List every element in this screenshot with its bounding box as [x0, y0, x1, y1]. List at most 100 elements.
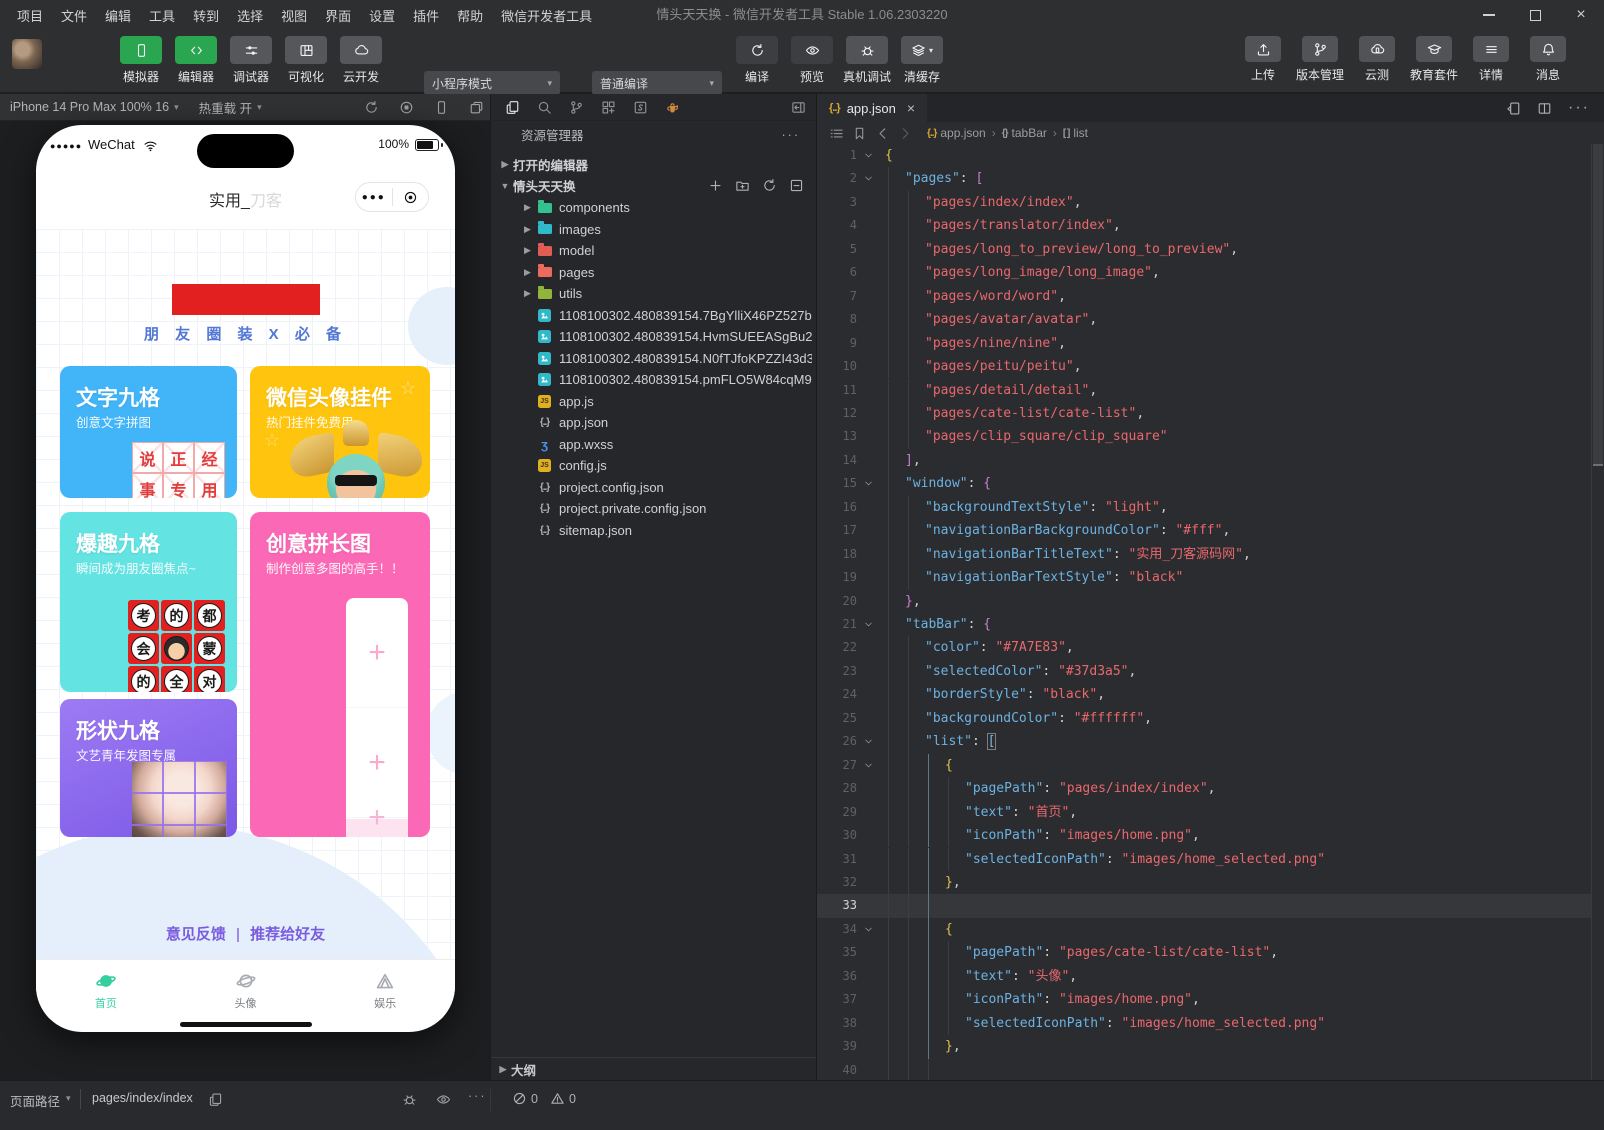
fold-chevron-icon[interactable] — [863, 173, 874, 184]
menu-item[interactable]: 转到 — [184, 6, 228, 25]
project-section[interactable]: ▼ 情头天天换 — [491, 175, 816, 196]
more-menu-button[interactable]: ●●● — [356, 192, 392, 203]
fold-chevron-icon[interactable] — [863, 619, 874, 630]
tree-item-folder[interactable]: ▶utils — [491, 283, 816, 305]
menu-item[interactable]: 视图 — [272, 6, 316, 25]
code-line[interactable]: 21"tabBar": { — [817, 613, 1592, 636]
toolbar-right-branch[interactable]: 版本管理 — [1295, 36, 1345, 83]
toolbar-action-bug[interactable]: 真机调试 — [844, 36, 890, 85]
code-line[interactable]: 31"selectedIconPath": "images/home_selec… — [817, 848, 1592, 871]
code-line[interactable]: 19"navigationBarTextStyle": "black" — [817, 566, 1592, 589]
toolbar-action-eye[interactable]: 预览 — [789, 36, 835, 85]
code-line[interactable]: 16"backgroundTextStyle": "light", — [817, 496, 1592, 519]
editor-scrollbar[interactable] — [1591, 144, 1604, 1080]
new-folder-icon[interactable] — [735, 178, 750, 193]
tree-item-json[interactable]: {..}project.config.json — [491, 477, 816, 499]
toolbar-right-grad-cap[interactable]: 教育套件 — [1409, 36, 1459, 83]
breadcrumb-item[interactable]: {}tabBar — [1002, 126, 1047, 140]
multi-window-icon[interactable] — [469, 100, 484, 115]
new-file-icon[interactable] — [708, 178, 723, 193]
card-text-grid[interactable]: 文字九格创意文字拼图说正经事专用 — [60, 366, 237, 498]
code-line[interactable]: 30"iconPath": "images/home.png", — [817, 824, 1592, 847]
collapse-folders-icon[interactable] — [789, 178, 804, 193]
card-long-strip[interactable]: 创意拼长图制作创意多图的高手！！+++显示图 — [250, 512, 430, 837]
code-line[interactable]: 17"navigationBarBackgroundColor": "#fff"… — [817, 519, 1592, 542]
git-icon[interactable] — [569, 100, 584, 115]
tree-item-js[interactable]: JSconfig.js — [491, 455, 816, 477]
code-line[interactable]: 2"pages": [ — [817, 167, 1592, 190]
breadcrumb-item[interactable]: {..}app.json — [927, 126, 986, 140]
fold-chevron-icon[interactable] — [863, 760, 874, 771]
tree-item-js[interactable]: JSapp.js — [491, 391, 816, 413]
toolbar-right-menu-lines[interactable]: 详情 — [1466, 36, 1516, 83]
status-more-icon[interactable]: ··· — [468, 1089, 487, 1103]
tree-item-image[interactable]: 1108100302.480839154.N0fTJfoKPZZI43d31c4… — [491, 348, 816, 370]
tree-item-json[interactable]: {..}app.json — [491, 412, 816, 434]
code-line[interactable]: 25"backgroundColor": "#ffffff", — [817, 707, 1592, 730]
code-line[interactable]: 12"pages/cate-list/cate-list", — [817, 402, 1592, 425]
debug-status-icon[interactable] — [402, 1092, 417, 1107]
tree-item-image[interactable]: 1108100302.480839154.7BgYlliX46PZ527b236… — [491, 305, 816, 327]
toolbar-button-phone[interactable]: 模拟器 — [118, 36, 164, 85]
code-line[interactable]: 22"color": "#7A7E83", — [817, 636, 1592, 659]
toolbar-button-sliders[interactable]: 调试器 — [228, 36, 274, 85]
code-line[interactable]: 13"pages/clip_square/clip_square" — [817, 425, 1592, 448]
close-button[interactable]: × — [1558, 0, 1604, 30]
tree-item-json[interactable]: {..}project.private.config.json — [491, 498, 816, 520]
bookmark-icon[interactable] — [852, 126, 867, 141]
toolbar-button-layout[interactable]: 可视化 — [283, 36, 329, 85]
tree-item-folder[interactable]: ▶components — [491, 197, 816, 219]
menu-item[interactable]: 编辑 — [96, 6, 140, 25]
code-line[interactable]: 37"iconPath": "images/home.png", — [817, 988, 1592, 1011]
tree-item-folder[interactable]: ▶model — [491, 240, 816, 262]
code-line[interactable]: 20}, — [817, 590, 1592, 613]
toolbar-action-layers[interactable]: ▾清缓存 — [899, 36, 945, 85]
fold-chevron-icon[interactable] — [863, 478, 874, 489]
teapot-icon[interactable] — [665, 100, 680, 115]
card-photo-grid[interactable]: 形状九格文艺青年发图专属 — [60, 699, 237, 837]
code-editor[interactable]: 1{2"pages": [3"pages/index/index",4"page… — [817, 144, 1604, 1080]
open-editors-section[interactable]: ▶ 打开的编辑器 — [491, 154, 816, 175]
code-line[interactable]: 5"pages/long_to_preview/long_to_preview"… — [817, 238, 1592, 261]
code-line[interactable]: 23"selectedColor": "#37d3a5", — [817, 660, 1592, 683]
menu-item[interactable]: 文件 — [52, 6, 96, 25]
code-line[interactable]: 35"pagePath": "pages/cate-list/cate-list… — [817, 941, 1592, 964]
minimize-button[interactable] — [1466, 0, 1512, 30]
menu-item[interactable]: 微信开发者工具 — [492, 6, 601, 25]
toolbar-action-refresh[interactable]: 编译 — [734, 36, 780, 85]
code-line[interactable]: 18"navigationBarTitleText": "实用_刀客源码网", — [817, 543, 1592, 566]
code-line[interactable]: 38"selectedIconPath": "images/home_selec… — [817, 1012, 1592, 1035]
menu-item[interactable]: 设置 — [360, 6, 404, 25]
code-line[interactable]: 29"text": "首页", — [817, 801, 1592, 824]
code-line[interactable]: 32}, — [817, 871, 1592, 894]
navigate-back-icon[interactable] — [875, 126, 890, 141]
tree-item-image[interactable]: 1108100302.480839154.pmFLO5W84cqM998f... — [491, 369, 816, 391]
fold-chevron-icon[interactable] — [863, 736, 874, 747]
phone-tab-tent[interactable]: 娱乐 — [315, 960, 455, 1020]
phone-tab-planet[interactable]: 首页 — [36, 960, 176, 1020]
code-line[interactable]: 39}, — [817, 1035, 1592, 1058]
outline-list-icon[interactable] — [829, 126, 844, 141]
tab-app-json[interactable]: {..} app.json × — [817, 94, 927, 122]
collapse-panel-icon[interactable] — [791, 100, 806, 115]
code-line[interactable]: 11"pages/detail/detail", — [817, 379, 1592, 402]
tree-item-json[interactable]: {..}sitemap.json — [491, 520, 816, 542]
page-path-label[interactable]: 页面路径 — [10, 1091, 60, 1110]
breadcrumb-item[interactable]: [ ]list — [1063, 126, 1088, 140]
exit-mini-program-button[interactable] — [393, 190, 429, 205]
code-line[interactable]: 4"pages/translator/index", — [817, 214, 1592, 237]
card-avatar-pendant[interactable]: 微信头像挂件热门挂件免费用~☆☆ — [250, 366, 430, 498]
files-icon[interactable] — [505, 100, 520, 115]
toolbar-right-cloud-test[interactable]: 云测 — [1352, 36, 1402, 83]
code-line[interactable]: 27{ — [817, 754, 1592, 777]
card-sticker-grid[interactable]: 爆趣九格瞬间成为朋友圈焦点~考的都会蒙的全对 — [60, 512, 237, 692]
navigate-forward-icon[interactable] — [898, 126, 913, 141]
phone-tab-planet-outline[interactable]: 头像 — [176, 960, 316, 1020]
hot-reload-toggle[interactable]: 热重载 开 ▾ — [189, 98, 272, 117]
maximize-button[interactable] — [1512, 0, 1558, 30]
code-line[interactable]: 36"text": "头像", — [817, 965, 1592, 988]
scrollbar-thumb[interactable] — [1593, 144, 1603, 466]
footer-link[interactable]: 推荐给好友 — [250, 926, 325, 943]
extensions-icon[interactable] — [601, 100, 616, 115]
open-preview-icon[interactable] — [1506, 101, 1521, 116]
